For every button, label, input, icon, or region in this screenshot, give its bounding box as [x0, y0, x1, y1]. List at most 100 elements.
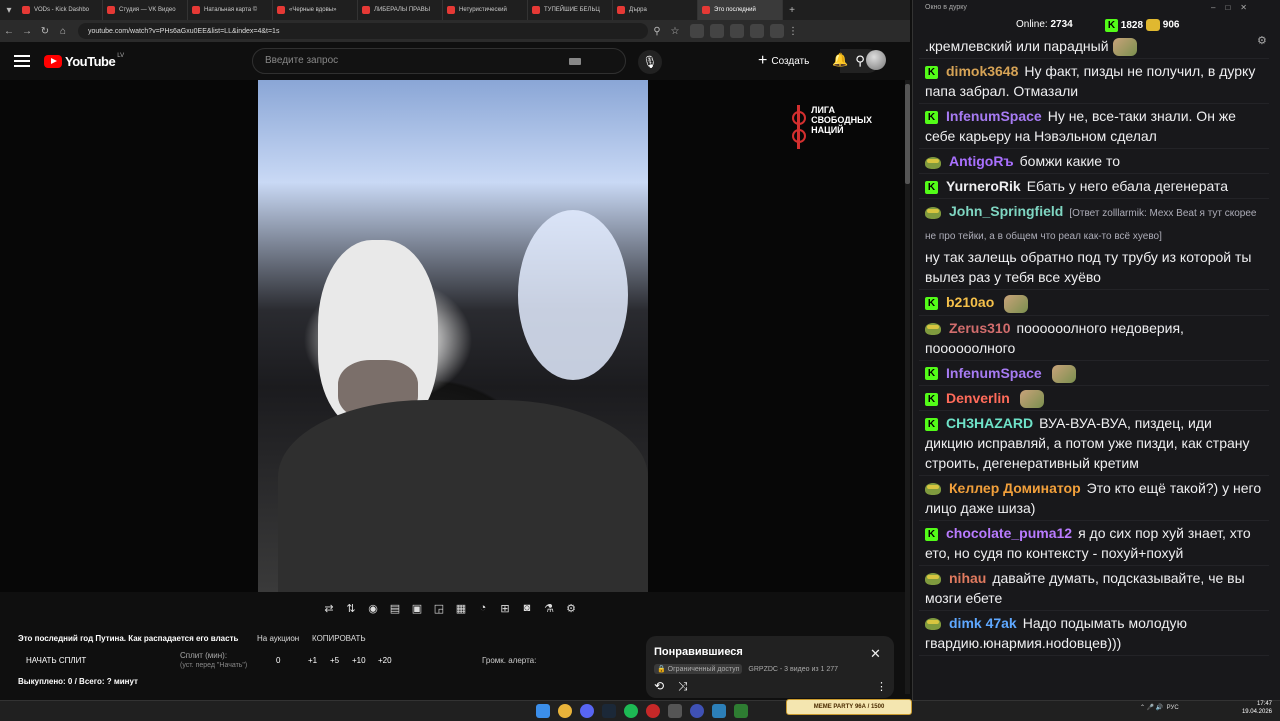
chat-message: dimk 47ak Надо подымать молодую гвардию.ю…	[919, 611, 1269, 657]
shuffle-icon[interactable]: ⤨	[678, 679, 688, 694]
chat-username[interactable]: John_Springfield	[949, 203, 1063, 219]
screenshot-camera-icon[interactable]: ◙	[516, 600, 538, 616]
loop-icon[interactable]: ⇄	[318, 600, 340, 616]
add-20-button[interactable]: +20	[378, 656, 392, 665]
youtube-logo-text: YouTube	[65, 53, 116, 69]
steam-icon[interactable]	[602, 704, 616, 718]
page-scrollbar-thumb[interactable]	[905, 84, 910, 184]
browser-menu-icon[interactable]: ⋮	[784, 22, 802, 40]
browser-tab[interactable]: «Черные вдовы»	[273, 0, 358, 20]
add-1-button[interactable]: +1	[308, 656, 317, 665]
reload-icon[interactable]: ↻	[36, 22, 54, 40]
voice-search-button[interactable]: 🎙	[638, 50, 662, 74]
avatar[interactable]	[866, 50, 886, 70]
add-5-button[interactable]: +5	[330, 656, 339, 665]
chat-message: K Denverlin	[919, 386, 1269, 412]
youtube-logo[interactable]: YouTube LV	[44, 53, 124, 69]
keyboard-icon[interactable]	[569, 58, 581, 65]
zoom-icon[interactable]: ⚲	[648, 22, 666, 40]
tab-favicon-icon	[107, 6, 115, 14]
app-icon[interactable]	[668, 704, 682, 718]
pepe-badge-icon	[925, 156, 941, 169]
add-10-button[interactable]: +10	[352, 656, 366, 665]
url-field[interactable]: youtube.com/watch?v=PHs6aGxu0EE&list=LL&…	[78, 23, 648, 39]
system-tray[interactable]: ⌃ 🎤 🔊 РУС	[1140, 704, 1179, 711]
browser-tab[interactable]: Нетуристический	[443, 0, 528, 20]
start-icon[interactable]	[536, 704, 550, 718]
clapperboard-icon[interactable]: ▣	[406, 600, 428, 616]
chat-username[interactable]: chocolate_puma12	[946, 525, 1072, 541]
split-value[interactable]: 0	[276, 656, 280, 665]
chat-username[interactable]: Келлер Доминатор	[949, 480, 1081, 496]
browser-tab[interactable]: Дърра	[613, 0, 698, 20]
chat-username[interactable]: Zerus310	[949, 320, 1010, 336]
extension-icon[interactable]	[710, 24, 724, 38]
back-icon[interactable]: ←	[0, 22, 18, 40]
youtube-play-icon	[44, 54, 62, 68]
start-split-button[interactable]: НАЧАТЬ СПЛИТ	[26, 656, 86, 665]
browser-tab[interactable]: ЛИБЕРАЛЫ ПРАВЫ	[358, 0, 443, 20]
extension-icon[interactable]	[690, 24, 704, 38]
chat-username[interactable]: dimk 47ak	[949, 615, 1017, 631]
taskbar-clock[interactable]: 17:47 19.04.2026	[1228, 700, 1272, 716]
bookmark-star-icon[interactable]: ☆	[666, 22, 684, 40]
discord-icon[interactable]	[580, 704, 594, 718]
sort-icon[interactable]: ⇅	[340, 600, 362, 616]
picture-in-picture-icon[interactable]: ◲	[428, 600, 450, 616]
clip-icon[interactable]: ⊞	[494, 600, 516, 616]
chat-message: Kchocolate_puma12 я до сих пор хуй знает,…	[919, 521, 1269, 567]
browser-tab[interactable]: Студия — VK Видео	[103, 0, 188, 20]
chat-username[interactable]: dimok3648	[946, 63, 1018, 79]
split-label: Сплит (мин):	[180, 651, 228, 660]
extension-icon[interactable]	[730, 24, 744, 38]
video-player[interactable]	[0, 80, 905, 592]
forward-icon[interactable]: →	[18, 22, 36, 40]
hamburger-menu-icon[interactable]	[14, 52, 30, 70]
playlist-title[interactable]: Понравившиеся	[654, 646, 743, 658]
search-input[interactable]	[263, 54, 557, 67]
create-button[interactable]: + Создать	[758, 51, 809, 71]
auction-button[interactable]: На аукцион	[257, 634, 299, 643]
chat-username[interactable]: InfenumSpace	[946, 108, 1042, 124]
flask-icon[interactable]: ⚗	[538, 600, 560, 616]
app-icon[interactable]	[690, 704, 704, 718]
settings-gear-icon[interactable]: ⚙	[560, 600, 582, 616]
tab-label: «Черные вдовы»	[289, 7, 337, 13]
notifications-bell-icon[interactable]: 🔔	[832, 52, 848, 68]
audio-wave-icon[interactable]: ◉	[362, 600, 384, 616]
close-icon[interactable]: ✕	[870, 646, 881, 662]
new-tab-icon[interactable]: +	[783, 1, 801, 19]
speed-icon[interactable]: ◔	[472, 600, 494, 616]
chat-username[interactable]: b210ao	[946, 294, 994, 310]
copy-button[interactable]: КОПИРОВАТЬ	[312, 634, 366, 643]
chat-panel: Окно в дурку –□✕ Online: 2734 K 1828 906…	[912, 0, 1280, 700]
chat-username[interactable]: YurneroRik	[946, 178, 1021, 194]
window-controls[interactable]: –□✕	[1211, 3, 1257, 12]
profile-icon[interactable]	[770, 24, 784, 38]
home-icon[interactable]: ⌂	[54, 22, 72, 40]
chat-username[interactable]: nihau	[949, 570, 986, 586]
browser-tab[interactable]: VODs - Kick Dashbo	[18, 0, 103, 20]
chat-username[interactable]: AntigoRъ	[949, 153, 1014, 169]
meme-party-badge[interactable]: MEME PARTY 96А / 1500	[786, 699, 912, 715]
browser-tab[interactable]: ТУПЕЙШИЕ БЕЛЬЦ	[528, 0, 613, 20]
chrome-icon[interactable]	[558, 704, 572, 718]
tab-list-icon[interactable]: ▾	[0, 1, 18, 19]
chat-username[interactable]: Denverlin	[946, 390, 1010, 406]
app-icon[interactable]	[734, 704, 748, 718]
stack-icon[interactable]: ▤	[384, 600, 406, 616]
chat-message: .кремлевский или парадный	[919, 34, 1269, 60]
frame-icon[interactable]: ▦	[450, 600, 472, 616]
loop-playlist-icon[interactable]: ⟲	[654, 679, 664, 693]
extension-icon[interactable]	[750, 24, 764, 38]
spotify-icon[interactable]	[624, 704, 638, 718]
browser-tab[interactable]: Это последний	[698, 0, 783, 20]
app-icon[interactable]	[646, 704, 660, 718]
tab-favicon-icon	[532, 6, 540, 14]
chat-username[interactable]: InfenumSpace	[946, 365, 1042, 381]
chat-username[interactable]: CH3HAZARD	[946, 415, 1033, 431]
kick-icon: K	[1105, 19, 1118, 32]
more-options-icon[interactable]: ⋮	[876, 680, 887, 693]
browser-tab[interactable]: Натальная карта ©	[188, 0, 273, 20]
app-icon[interactable]	[712, 704, 726, 718]
